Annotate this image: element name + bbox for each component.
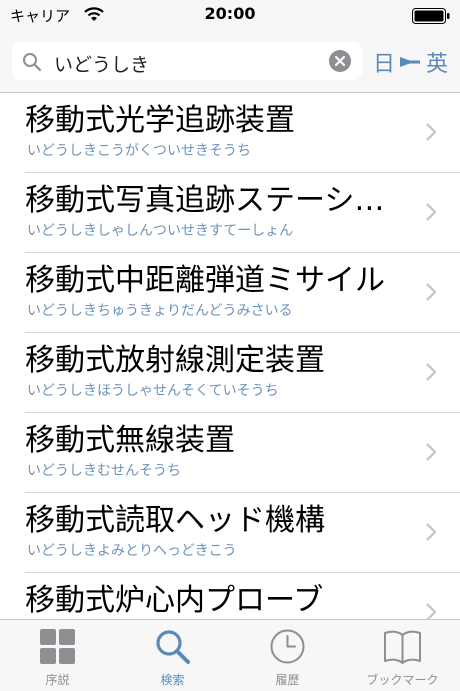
- search-header: いどうしき 日 英: [0, 30, 460, 93]
- chevron-right-icon: [426, 443, 437, 461]
- chevron-right-icon: [426, 203, 437, 221]
- status-bar: キャリア 20:00: [0, 0, 460, 30]
- result-list: 移動式光学追跡装置 いどうしきこうがくついせきそうち 移動式写真追跡ステーシ… …: [0, 93, 460, 619]
- search-icon: [156, 630, 190, 664]
- arrow-right-icon: [400, 57, 420, 67]
- tab-bar: 序説 検索 履歴 ブックマーク: [0, 619, 460, 691]
- result-row[interactable]: 移動式中距離弾道ミサイル いどうしきちゅうきょりだんどうみさいる: [0, 253, 460, 333]
- result-word: 移動式光学追跡装置: [25, 103, 295, 138]
- result-row[interactable]: 移動式写真追跡ステーシ… いどうしきしゃしんついせきすてーしょん: [0, 173, 460, 253]
- tab-label: 序説: [45, 673, 70, 687]
- result-reading: いどうしきこうがくついせきそうち: [27, 143, 251, 159]
- tab-bookmarks[interactable]: ブックマーク: [345, 620, 460, 691]
- result-row[interactable]: 移動式光学追跡装置 いどうしきこうがくついせきそうち: [0, 93, 460, 173]
- tab-label: 検索: [160, 673, 185, 687]
- book-icon: [384, 630, 421, 664]
- clock-icon: [270, 629, 305, 664]
- search-icon: [23, 53, 42, 72]
- result-word: 移動式無線装置: [25, 423, 235, 458]
- tab-label: 履歴: [275, 673, 300, 687]
- chevron-right-icon: [426, 603, 437, 619]
- result-reading: いどうしきほうしゃせんそくていそうち: [27, 383, 279, 399]
- chevron-right-icon: [426, 283, 437, 301]
- chevron-right-icon: [426, 523, 437, 541]
- result-word: 移動式写真追跡ステーシ…: [25, 183, 385, 218]
- status-time: 20:00: [204, 4, 256, 23]
- result-reading: いどうしきしゃしんついせきすてーしょん: [27, 223, 294, 239]
- result-word: 移動式炉心内プローブ: [25, 583, 324, 618]
- tab-history[interactable]: 履歴: [230, 620, 345, 691]
- chevron-right-icon: [426, 363, 437, 381]
- result-word: 移動式放射線測定装置: [25, 343, 325, 378]
- result-row[interactable]: 移動式無線装置 いどうしきむせんそうち: [0, 413, 460, 493]
- chevron-right-icon: [426, 123, 437, 141]
- result-word: 移動式中距離弾道ミサイル: [25, 263, 385, 298]
- clear-search-icon[interactable]: [329, 50, 351, 72]
- result-word: 移動式読取ヘッド機構: [25, 503, 325, 538]
- source-language-label: 日: [373, 52, 396, 77]
- tab-introduction[interactable]: 序説: [0, 620, 115, 691]
- target-language-label: 英: [426, 52, 449, 77]
- result-reading: いどうしきちゅうきょりだんどうみさいる: [27, 303, 293, 319]
- search-query[interactable]: いどうしき: [54, 50, 149, 77]
- result-row[interactable]: 移動式読取ヘッド機構 いどうしきよみとりへっどきこう: [0, 493, 460, 573]
- tab-search[interactable]: 検索: [115, 620, 230, 691]
- grid-icon: [40, 629, 75, 664]
- result-reading: いどうしきよみとりへっどきこう: [27, 543, 237, 559]
- result-row[interactable]: 移動式炉心内プローブ: [0, 573, 460, 619]
- result-row[interactable]: 移動式放射線測定装置 いどうしきほうしゃせんそくていそうち: [0, 333, 460, 413]
- result-reading: いどうしきむせんそうち: [27, 463, 181, 479]
- language-direction-toggle[interactable]: 日 英: [370, 44, 456, 78]
- tab-label: ブックマーク: [366, 673, 439, 687]
- search-input[interactable]: いどうしき: [12, 42, 362, 80]
- battery-icon: [412, 8, 450, 24]
